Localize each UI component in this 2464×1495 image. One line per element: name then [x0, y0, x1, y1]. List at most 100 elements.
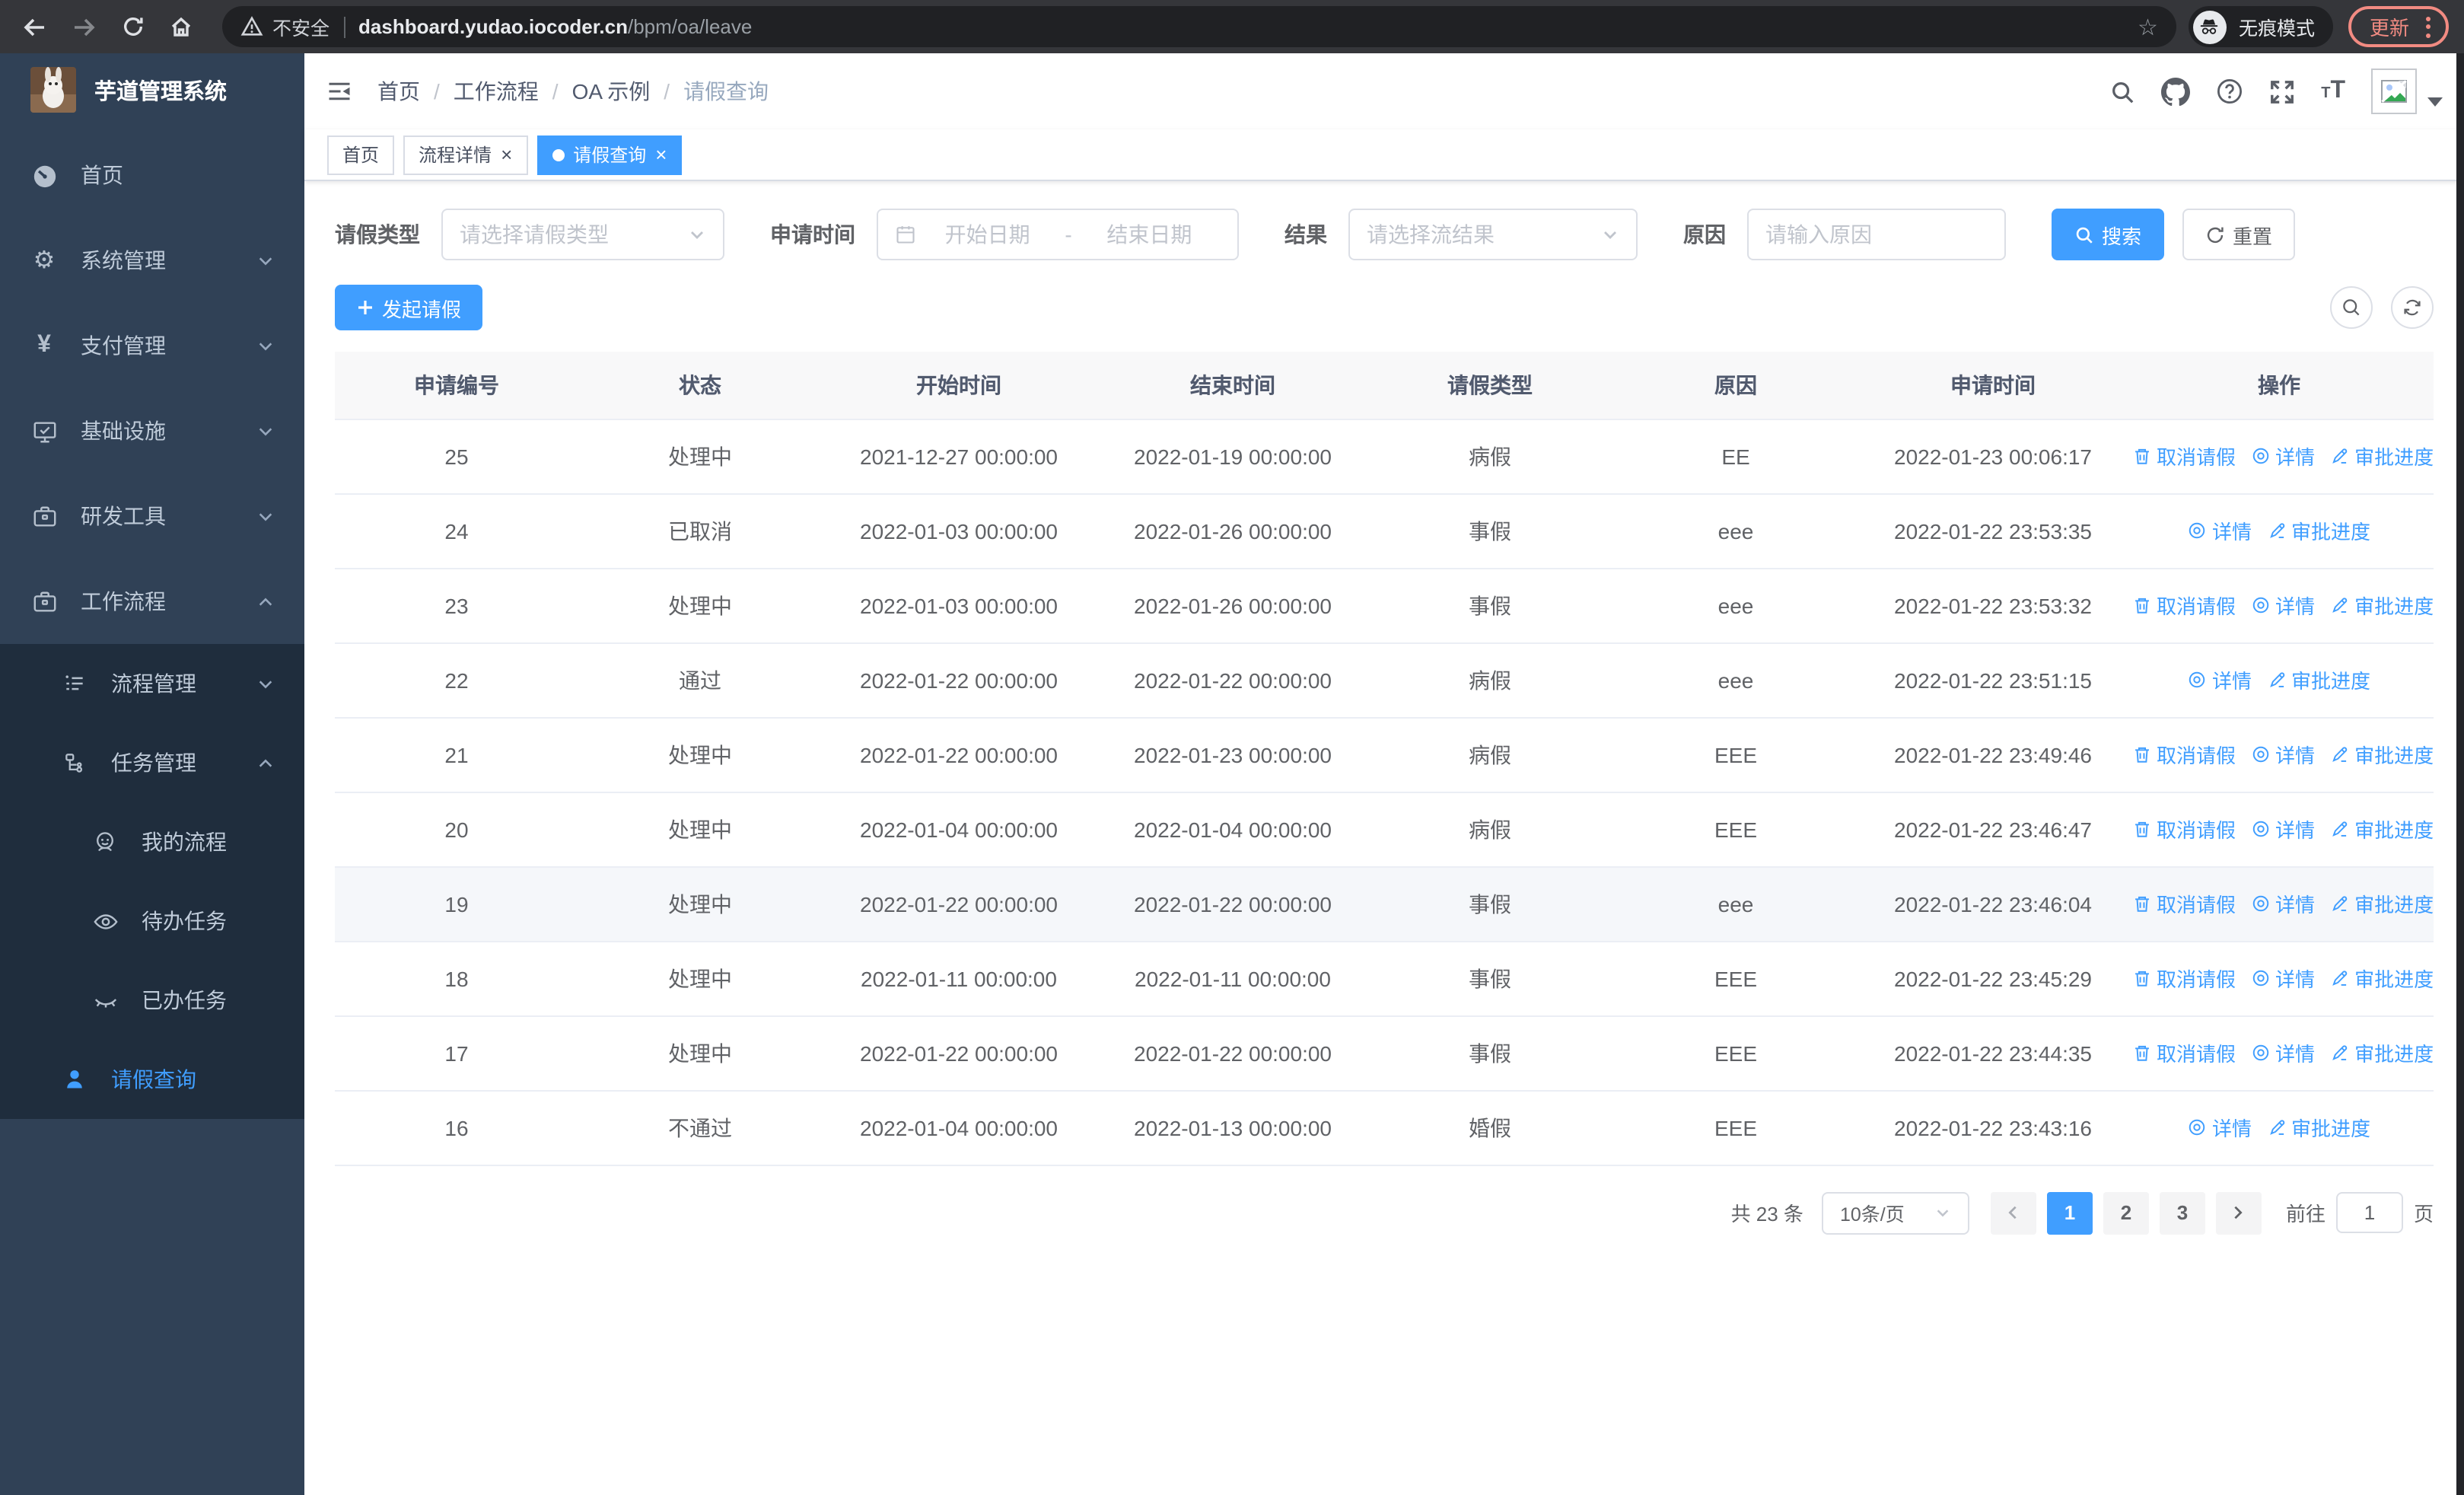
reason-input[interactable] [1749, 210, 2004, 259]
breadcrumb-separator: / [434, 79, 440, 104]
user-menu[interactable] [2371, 69, 2443, 114]
bookmark-star-icon[interactable]: ☆ [2138, 13, 2158, 40]
tab-process-detail[interactable]: 流程详情 × [403, 135, 528, 174]
sidebar-item-workflow[interactable]: 工作流程 [0, 559, 304, 644]
row-action-detail-link[interactable]: 详情 [2251, 964, 2315, 993]
sidebar-item-payment[interactable]: ¥ 支付管理 [0, 303, 304, 388]
row-action-detail-link[interactable]: 详情 [2188, 1113, 2252, 1142]
help-button[interactable] [2216, 78, 2243, 105]
sidebar-item-home[interactable]: 首页 [0, 132, 304, 218]
cell-leave-type: 婚假 [1370, 1090, 1610, 1165]
tab-leave-query[interactable]: 请假查询 × [536, 135, 683, 174]
row-action-cancel-link[interactable]: 取消请假 [2132, 814, 2236, 843]
sidebar-item-todo-tasks[interactable]: 待办任务 [0, 881, 304, 961]
cell-reason: EEE [1610, 1090, 1861, 1165]
browser-back-button[interactable] [15, 7, 55, 46]
next-page-button[interactable] [2215, 1191, 2262, 1234]
cell-leave-type: 事假 [1370, 941, 1610, 1016]
row-action-progress-link[interactable]: 审批进度 [2330, 889, 2434, 918]
toggle-search-button[interactable] [2330, 286, 2373, 329]
github-link[interactable] [2161, 77, 2191, 106]
sidebar-collapse-button[interactable] [326, 78, 353, 105]
breadcrumb-item[interactable]: OA 示例 [572, 76, 651, 107]
row-action-progress-link[interactable]: 审批进度 [2330, 591, 2434, 620]
row-action-cancel-link[interactable]: 取消请假 [2132, 1038, 2236, 1067]
top-navbar: 首页 / 工作流程 / OA 示例 / 请假查询 TT [304, 53, 2464, 129]
calendar-icon [896, 226, 915, 244]
edit-pen-icon [2269, 1120, 2284, 1135]
page-size-select[interactable]: 10条/页 [1821, 1191, 1969, 1234]
row-action-detail-link[interactable]: 详情 [2251, 814, 2315, 843]
row-action-progress-link[interactable]: 审批进度 [2330, 964, 2434, 993]
search-button[interactable]: 搜索 [2052, 209, 2165, 260]
cell-reason: EEE [1610, 792, 1861, 867]
fullscreen-button[interactable] [2269, 78, 2295, 104]
row-action-cancel-link[interactable]: 取消请假 [2132, 441, 2236, 470]
cell-apply-time: 2022-01-22 23:45:29 [1861, 941, 2125, 1016]
row-action-cancel-link[interactable]: 取消请假 [2132, 740, 2236, 769]
row-action-cancel-link[interactable]: 取消请假 [2132, 889, 2236, 918]
col-header-start: 开始时间 [822, 352, 1096, 419]
row-action-detail-link[interactable]: 详情 [2188, 516, 2252, 545]
breadcrumb-item[interactable]: 工作流程 [454, 76, 539, 107]
refresh-table-button[interactable] [2391, 286, 2434, 329]
cell-start-time: 2022-01-04 00:00:00 [822, 792, 1096, 867]
cell-apply-time: 2022-01-23 00:06:17 [1861, 419, 2125, 494]
date-end-placeholder: 结束日期 [1106, 222, 1192, 247]
sidebar-item-task-mgmt[interactable]: 任务管理 [0, 723, 304, 802]
cell-status: 处理中 [578, 941, 822, 1016]
row-action-progress-link[interactable]: 审批进度 [2330, 814, 2434, 843]
row-action-detail-link[interactable]: 详情 [2188, 665, 2252, 694]
goto-page-input[interactable] [2335, 1192, 2403, 1233]
font-size-button[interactable]: TT [2321, 78, 2345, 105]
row-action-progress-link[interactable]: 审批进度 [2330, 441, 2434, 470]
tab-close-icon[interactable]: × [501, 145, 512, 164]
reset-button[interactable]: 重置 [2182, 209, 2296, 260]
page-button-3[interactable]: 3 [2159, 1191, 2205, 1234]
row-action-detail-link[interactable]: 详情 [2251, 889, 2315, 918]
page-scrollbar[interactable] [2456, 53, 2464, 1495]
address-bar[interactable]: 不安全 dashboard.yudao.iocoder.cn/bpm/oa/le… [222, 6, 2176, 47]
sidebar-item-my-process[interactable]: 我的流程 [0, 802, 304, 881]
sidebar-item-done-tasks[interactable]: 已办任务 [0, 961, 304, 1040]
browser-reload-button[interactable] [113, 7, 152, 46]
row-action-progress-link[interactable]: 审批进度 [2267, 665, 2370, 694]
row-action-detail-link[interactable]: 详情 [2251, 740, 2315, 769]
tab-label: 请假查询 [573, 145, 647, 166]
row-action-cancel-link[interactable]: 取消请假 [2132, 591, 2236, 620]
sidebar-item-system[interactable]: ⚙ 系统管理 [0, 218, 304, 303]
incognito-icon [2201, 19, 2219, 34]
row-action-detail-link[interactable]: 详情 [2251, 1038, 2315, 1067]
result-select[interactable]: 请选择流结果 [1348, 209, 1638, 260]
tab-close-icon[interactable]: × [655, 145, 667, 164]
trash-icon [2135, 598, 2149, 614]
row-action-detail-link[interactable]: 详情 [2251, 591, 2315, 620]
apply-time-range-picker[interactable]: 开始日期 - 结束日期 [877, 209, 1239, 260]
row-action-cancel-link[interactable]: 取消请假 [2132, 964, 2236, 993]
browser-update-button[interactable]: 更新 [2348, 6, 2449, 47]
browser-forward-button[interactable] [64, 7, 103, 46]
search-icon [2112, 81, 2134, 103]
row-action-progress-link[interactable]: 审批进度 [2330, 1038, 2434, 1067]
sidebar-item-label: 基础设施 [81, 419, 166, 443]
row-action-progress-link[interactable]: 审批进度 [2267, 1113, 2370, 1142]
row-action-progress-link[interactable]: 审批进度 [2330, 740, 2434, 769]
page-button-1[interactable]: 1 [2046, 1191, 2093, 1234]
create-leave-button[interactable]: 发起请假 [335, 285, 483, 330]
page-button-2[interactable]: 2 [2103, 1191, 2149, 1234]
row-action-detail-link[interactable]: 详情 [2251, 441, 2315, 470]
tab-home[interactable]: 首页 [327, 135, 395, 174]
breadcrumb-item[interactable]: 首页 [377, 76, 420, 107]
chevron-right-icon [2235, 1206, 2243, 1219]
table-row: 20 处理中 2022-01-04 00:00:00 2022-01-04 00:00… [335, 792, 2434, 867]
leave-type-select[interactable]: 请选择请假类型 [441, 209, 724, 260]
sidebar-item-infrastructure[interactable]: 基础设施 [0, 388, 304, 473]
row-action-progress-link[interactable]: 审批进度 [2267, 516, 2370, 545]
header-search-button[interactable] [2109, 78, 2135, 104]
browser-menu-icon[interactable] [2423, 13, 2434, 40]
sidebar-item-leave-query[interactable]: 请假查询 [0, 1040, 304, 1119]
browser-home-button[interactable] [161, 7, 201, 46]
sidebar-item-process-mgmt[interactable]: 流程管理 [0, 644, 304, 723]
sidebar-item-devtools[interactable]: 研发工具 [0, 473, 304, 559]
prev-page-button[interactable] [1990, 1191, 2036, 1234]
